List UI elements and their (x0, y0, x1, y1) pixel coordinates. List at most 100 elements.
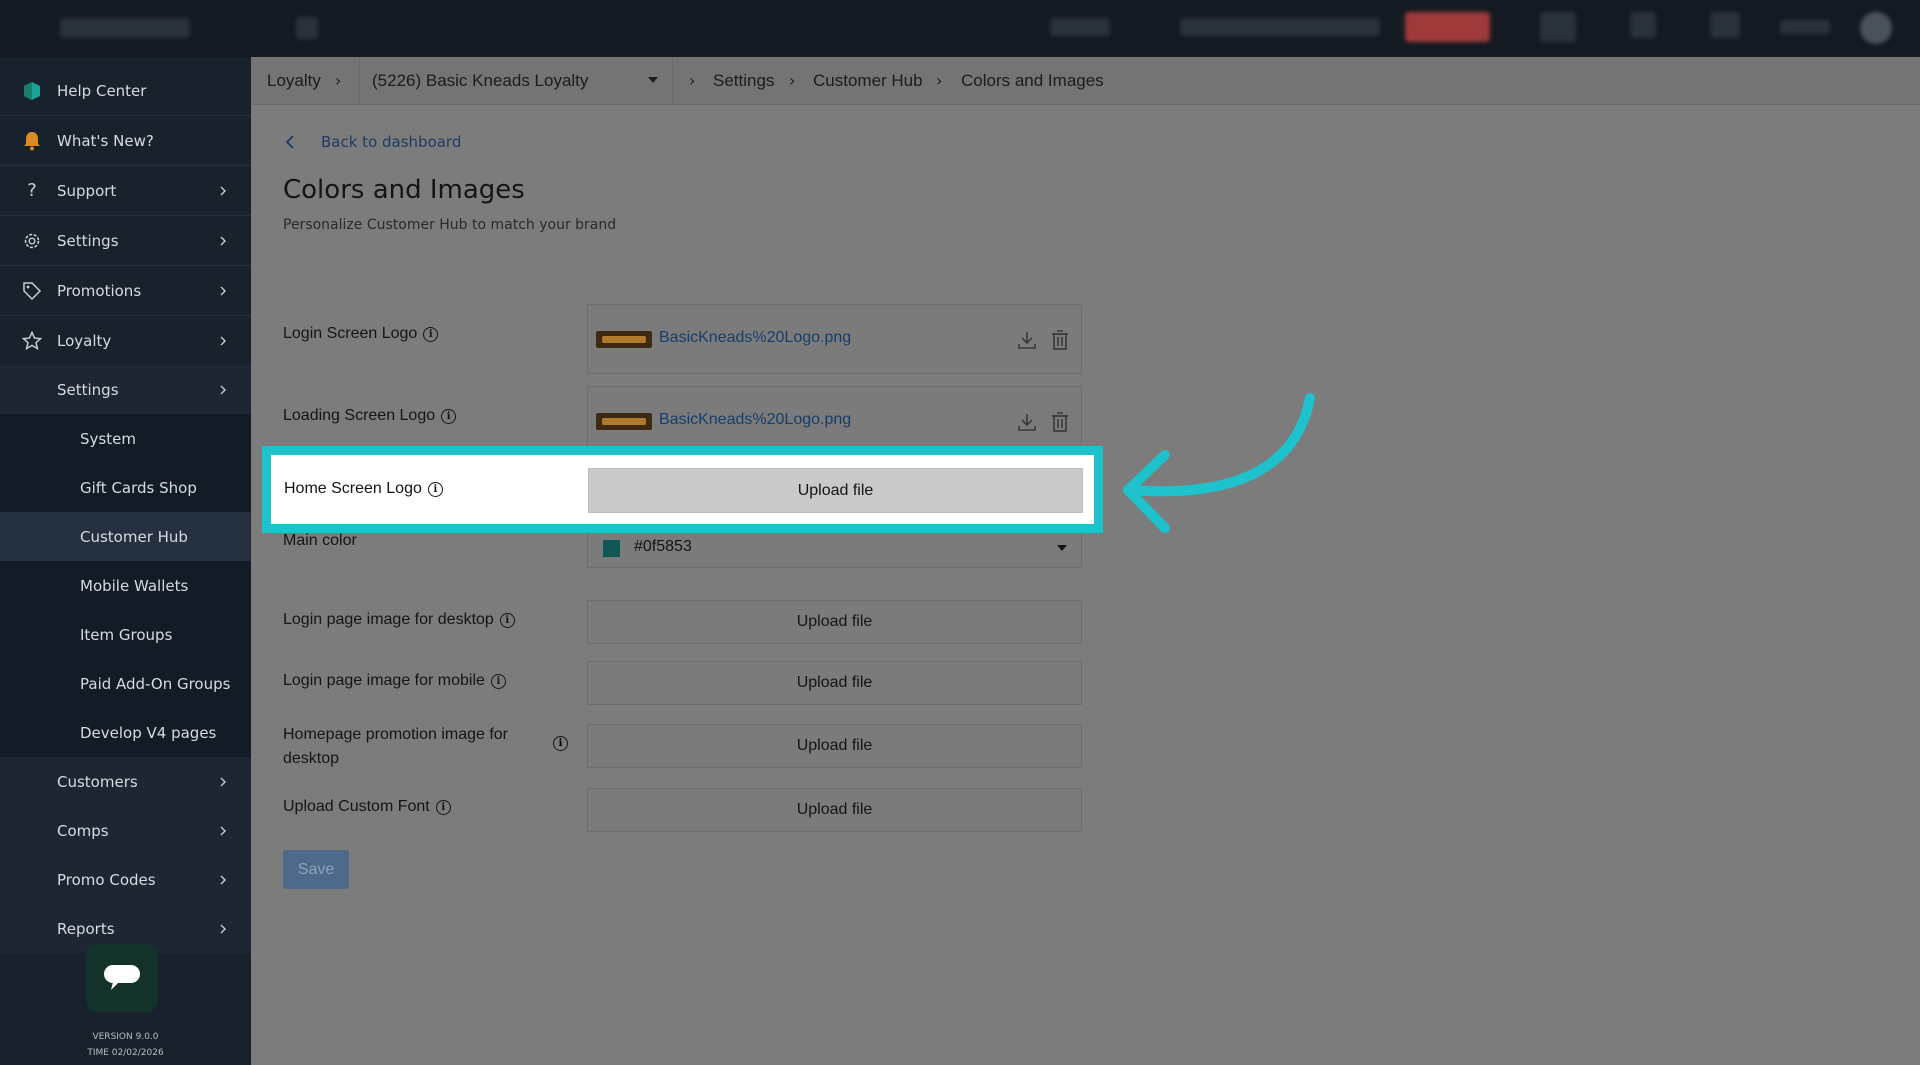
top-user-name[interactable] (1780, 20, 1830, 34)
chevron-right-icon (220, 186, 226, 195)
back-link-text: Back to dashboard (321, 133, 462, 151)
label-text: Home Screen Logo (284, 480, 422, 497)
chat-bubble-icon (104, 965, 140, 990)
login-desktop-label: Login page image for desktop i (283, 611, 515, 629)
caret-down-icon (1057, 545, 1067, 551)
sidebar-item-loyalty-settings[interactable]: Settings (0, 365, 251, 414)
login-logo-label: Login Screen Logo i (283, 325, 439, 343)
trash-icon[interactable] (1050, 411, 1070, 433)
chat-button[interactable] (86, 944, 158, 1012)
sidebar-item-customer-hub[interactable]: Customer Hub (0, 512, 251, 561)
chevron-right-icon (220, 777, 226, 786)
info-icon[interactable]: i (553, 736, 568, 751)
sidebar-item-item-groups[interactable]: Item Groups (0, 610, 251, 659)
sidebar-item-label: Item Groups (80, 625, 173, 644)
gear-icon (22, 231, 42, 251)
sidebar-item-system[interactable]: System (0, 414, 251, 463)
info-icon[interactable]: i (441, 408, 457, 424)
chevron-right-icon (220, 924, 226, 933)
login-mobile-upload-button[interactable]: Upload file (587, 661, 1082, 705)
sidebar-item-label: Customers (57, 772, 138, 791)
breadcrumb: Loyalty › (5226) Basic Kneads Loyalty › … (251, 57, 1920, 105)
top-alert-button[interactable] (1405, 12, 1490, 42)
program-select[interactable]: (5226) Basic Kneads Loyalty (359, 57, 673, 105)
info-icon[interactable]: i (490, 673, 506, 689)
page-title: Colors and Images (283, 175, 525, 205)
label-text: Main color (283, 532, 357, 549)
save-button[interactable]: Save (283, 850, 349, 889)
loading-logo-label: Loading Screen Logo i (283, 407, 457, 425)
app-logo[interactable] (60, 18, 190, 38)
info-icon[interactable]: i (435, 799, 451, 815)
logo-thumbnail (596, 331, 652, 348)
sidebar-item-gift-cards-shop[interactable]: Gift Cards Shop (0, 463, 251, 512)
bell-icon (22, 131, 42, 151)
sidebar-item-paid-add-on-groups[interactable]: Paid Add-On Groups (0, 659, 251, 708)
sidebar-item-label: Promotions (57, 281, 142, 300)
breadcrumb-settings[interactable]: Settings (713, 71, 774, 91)
login-desktop-upload-button[interactable]: Upload file (587, 600, 1082, 644)
top-icon-b[interactable] (1710, 12, 1740, 38)
main-content: Loyalty › (5226) Basic Kneads Loyalty › … (251, 57, 1920, 1065)
sidebar-item-promotions[interactable]: Promotions (0, 266, 251, 315)
label-text: Login page image for mobile (283, 672, 485, 689)
sidebar-item-label: Develop V4 pages (80, 723, 217, 742)
question-icon: ? (27, 180, 37, 201)
sidebar-item-label: Help Center (57, 81, 147, 100)
sidebar-item-label: Support (57, 181, 117, 200)
program-select-value: (5226) Basic Kneads Loyalty (372, 71, 589, 90)
chevron-right-icon (220, 236, 226, 245)
file-name-link[interactable]: BasicKneads%20Logo.png (659, 329, 851, 347)
chevron-right-icon (220, 875, 226, 884)
info-icon[interactable]: i (499, 612, 515, 628)
sidebar-item-label: System (80, 429, 136, 448)
sidebar-item-promo-codes[interactable]: Promo Codes (0, 855, 251, 904)
sidebar: Help Center What's New? ? Support Settin… (0, 57, 251, 1065)
color-swatch (603, 540, 620, 557)
sidebar-item-label: Reports (57, 919, 115, 938)
top-icon-a[interactable] (1630, 12, 1656, 38)
sidebar-item-label: What's New? (57, 131, 154, 150)
login-mobile-label: Login page image for mobile i (283, 672, 506, 690)
file-name-link[interactable]: BasicKneads%20Logo.png (659, 411, 851, 429)
sidebar-item-mobile-wallets[interactable]: Mobile Wallets (0, 561, 251, 610)
label-text: Homepage promotion image for (283, 726, 509, 743)
download-icon[interactable] (1016, 329, 1038, 351)
sidebar-item-help-center[interactable]: Help Center (0, 66, 251, 115)
sidebar-item-settings[interactable]: Settings (0, 216, 251, 265)
chevron-right-icon (220, 336, 226, 345)
custom-font-upload-button[interactable]: Upload file (587, 788, 1082, 832)
home-logo-label: Home Screen Logo i (284, 480, 443, 498)
sidebar-item-whats-new[interactable]: What's New? (0, 116, 251, 165)
download-icon[interactable] (1016, 411, 1038, 433)
home-logo-upload-button[interactable]: Upload file (588, 468, 1083, 513)
sidebar-item-customers[interactable]: Customers (0, 757, 251, 806)
sidebar-item-support[interactable]: ? Support (0, 166, 251, 215)
home-logo-highlight: Home Screen Logo i Upload file (262, 446, 1103, 533)
top-location[interactable] (1180, 18, 1380, 36)
help-center-icon (22, 81, 42, 101)
info-icon[interactable]: i (423, 326, 439, 342)
sidebar-item-label: Settings (57, 231, 119, 250)
info-icon[interactable]: i (427, 481, 443, 497)
sidebar-item-label: Paid Add-On Groups (80, 674, 231, 693)
sidebar-item-label: Promo Codes (57, 870, 156, 889)
promo-desktop-upload-button[interactable]: Upload file (587, 724, 1082, 768)
chevron-right-icon (220, 286, 226, 295)
breadcrumb-loyalty[interactable]: Loyalty (267, 71, 321, 91)
sidebar-item-develop-v4-pages[interactable]: Develop V4 pages (0, 708, 251, 757)
custom-font-label: Upload Custom Font i (283, 798, 451, 816)
breadcrumb-customer-hub[interactable]: Customer Hub (813, 71, 923, 91)
version-text: VERSION 9.0.0 (92, 1032, 159, 1042)
label-text: Upload Custom Font (283, 798, 430, 815)
sidebar-item-loyalty[interactable]: Loyalty (0, 316, 251, 365)
label-text: Login page image for desktop (283, 611, 494, 628)
trash-icon[interactable] (1050, 329, 1070, 351)
notification-icon[interactable] (1540, 12, 1576, 42)
sidebar-item-comps[interactable]: Comps (0, 806, 251, 855)
menu-icon[interactable] (296, 17, 318, 39)
tag-icon (22, 281, 42, 301)
avatar[interactable] (1860, 12, 1892, 44)
top-search[interactable] (1050, 18, 1110, 36)
top-bar (0, 0, 1920, 57)
